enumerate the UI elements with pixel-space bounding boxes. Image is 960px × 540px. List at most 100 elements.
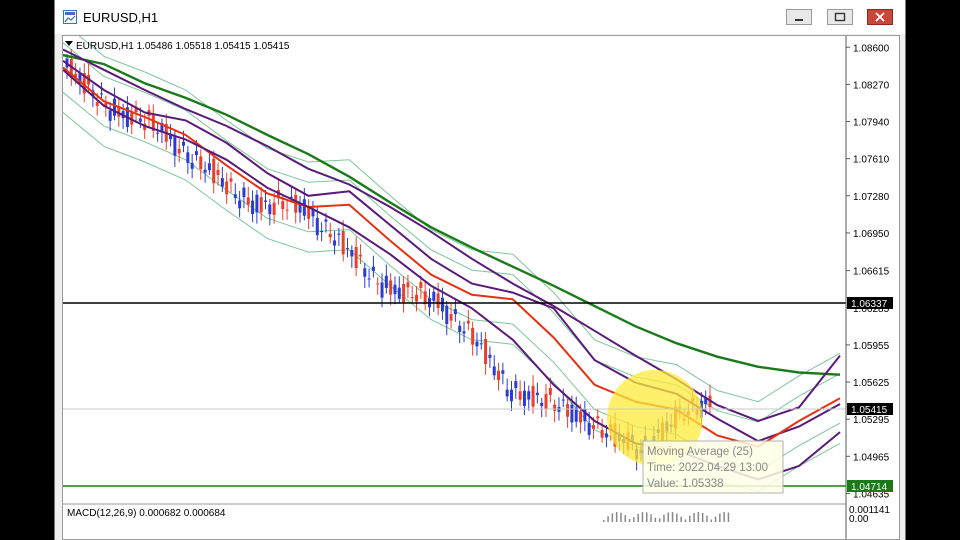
candle-body [156, 132, 160, 134]
chart-header-text: EURUSD,H1 1.05486 1.05518 1.05415 1.0541… [76, 41, 290, 52]
candle-body [432, 291, 436, 301]
candle-body [242, 187, 246, 198]
candle-body [328, 233, 332, 238]
ma-line-envelope-top[interactable] [63, 48, 841, 422]
candle-body [173, 135, 177, 156]
candle-body [397, 287, 401, 299]
candle-body [307, 207, 311, 219]
macd-histogram-bar [620, 512, 622, 522]
candle-body [350, 250, 354, 257]
macd-histogram-bar [706, 515, 708, 522]
candle-body [384, 275, 388, 288]
candle-body [216, 169, 220, 176]
candle-body [255, 194, 259, 213]
candle-body [393, 284, 397, 295]
terminal-window: EURUSD,H1 1.08600 1.08270 1.07940 1.0761… [54, 0, 906, 540]
macd-histogram-bar [641, 512, 644, 522]
macd-histogram-bar [633, 517, 635, 522]
candle-body [346, 248, 350, 250]
current-price-text: 1.05415 [851, 405, 888, 416]
chart-canvas[interactable]: 1.08600 1.08270 1.07940 1.07610 1.07280 1.069… [63, 36, 899, 539]
ma-line-mid[interactable] [63, 66, 841, 448]
candle-body [389, 280, 393, 295]
price-tick-label: 1.04965 [853, 452, 890, 463]
candle-body [509, 389, 513, 402]
candle-body [246, 197, 250, 205]
band-line [78, 36, 841, 403]
minimize-icon [795, 19, 803, 21]
candle-body [207, 163, 211, 171]
candle-body [238, 200, 242, 209]
candle-body [604, 433, 608, 438]
candle-body [367, 278, 371, 280]
candle-body [579, 411, 583, 423]
candle-body [203, 169, 207, 173]
price-tick-label: 1.05295 [853, 415, 890, 426]
candle-body [501, 370, 505, 374]
price-tick-label: 1.06615 [853, 267, 890, 278]
candle-body [436, 293, 440, 309]
candle-body [112, 98, 116, 116]
macd-histogram-bar [615, 512, 618, 522]
macd-histogram-bar [611, 513, 614, 522]
macd-histogram-bar [723, 512, 725, 522]
candle-body [233, 194, 237, 198]
ma-tooltip: Moving Average (25) Time: 2022.04.29 13:… [642, 440, 784, 494]
tooltip-value: Value: 1.05338 [647, 478, 724, 490]
band-line [63, 112, 841, 493]
candle-body [212, 158, 216, 184]
candle-body [182, 141, 186, 146]
candle-body [518, 391, 522, 400]
candle-body [475, 341, 479, 347]
macd-histogram-bar [628, 518, 631, 522]
candle-body [587, 423, 591, 435]
candle-body [471, 327, 475, 345]
candle-body [95, 102, 99, 106]
candle-body [505, 389, 509, 397]
candle-body [544, 394, 548, 410]
candle-body [199, 156, 203, 170]
candle-body [527, 391, 531, 400]
candle-body [358, 254, 362, 257]
close-button[interactable] [867, 9, 893, 25]
title-bar[interactable]: EURUSD,H1 [55, 0, 905, 34]
candle-body [320, 231, 324, 233]
candle-body [540, 402, 544, 406]
ma-line-upper[interactable] [63, 59, 841, 443]
candle-body [488, 354, 492, 358]
restore-button[interactable] [827, 9, 853, 25]
macd-histogram-bar [689, 515, 691, 522]
macd-histogram-bar [671, 512, 674, 522]
macd-histogram-bar [676, 513, 678, 522]
macd-pane[interactable]: MACD(12,26,9) 0.000682 0.000684 0.001141… [67, 505, 890, 525]
candle-body [458, 325, 462, 332]
candle-body [190, 162, 194, 169]
candle-body [259, 197, 263, 213]
band-line [63, 42, 841, 423]
candle-body [574, 407, 578, 422]
level-label-horizontal: 1.06337 [847, 297, 893, 310]
macd-histogram-bar [680, 516, 682, 522]
price-tick-label: 1.05625 [853, 378, 890, 389]
level-label-low: 1.04714 [847, 480, 893, 493]
macd-histogram-bar [701, 512, 704, 522]
tooltip-name: Moving Average (25) [647, 446, 753, 458]
candle-body [337, 233, 341, 235]
level-label-current: 1.05415 [847, 403, 893, 416]
candle-body [220, 178, 224, 187]
candle-body [419, 282, 423, 288]
tooltip-time: Time: 2022.04.29 13:00 [647, 462, 768, 474]
macd-histogram-bar [654, 517, 657, 522]
minimize-button[interactable] [786, 9, 812, 25]
price-chart[interactable]: 1.08600 1.08270 1.07940 1.07610 1.07280 1.069… [62, 35, 900, 540]
candle-body [177, 148, 181, 154]
candle-body [596, 416, 600, 419]
candle-body [341, 230, 345, 255]
candle-body [333, 240, 337, 246]
macd-histogram-bar [646, 512, 648, 522]
candle-body [406, 282, 410, 288]
candle-body [453, 309, 457, 315]
macd-histogram-bar [658, 518, 661, 522]
candle-body [479, 343, 483, 345]
candle-body [376, 283, 380, 285]
